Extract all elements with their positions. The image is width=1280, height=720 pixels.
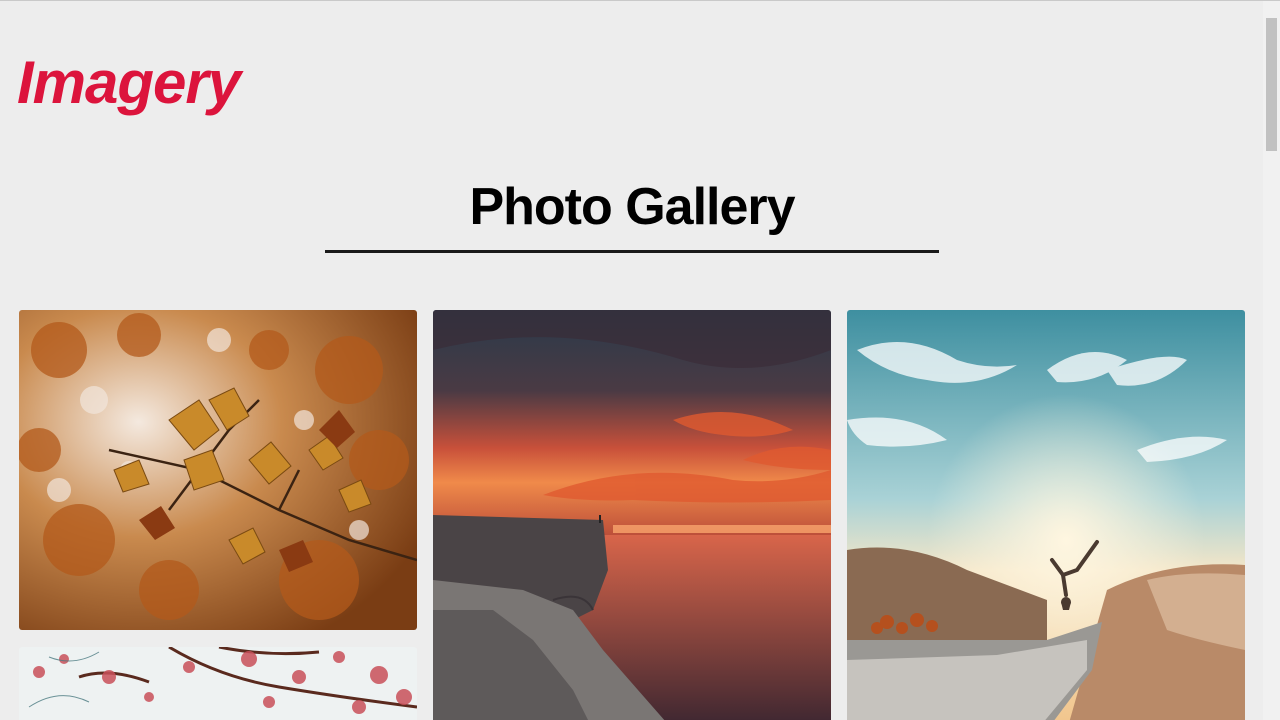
gallery-photo-blossoms[interactable] [19,647,417,720]
page-title-light: Gallery [611,178,795,236]
blossom-branches-image [19,647,417,720]
page-title-strong: Photo [469,178,612,236]
site-logo[interactable]: Imagery [17,53,241,113]
page: Imagery Photo Gallery [0,1,1263,720]
autumn-leaves-image [19,310,417,630]
title-underline [325,250,939,253]
sunset-cliff-image [433,310,831,720]
gallery-photo-autumn-leaves[interactable] [19,310,417,630]
page-title: Photo Gallery [325,178,939,236]
handstand-cliff-image [847,310,1245,720]
vertical-scrollbar[interactable] [1263,1,1280,720]
gallery-photo-handstand[interactable] [847,310,1245,720]
gallery-photo-sunset-cliff[interactable] [433,310,831,720]
scrollbar-thumb[interactable] [1266,18,1277,151]
